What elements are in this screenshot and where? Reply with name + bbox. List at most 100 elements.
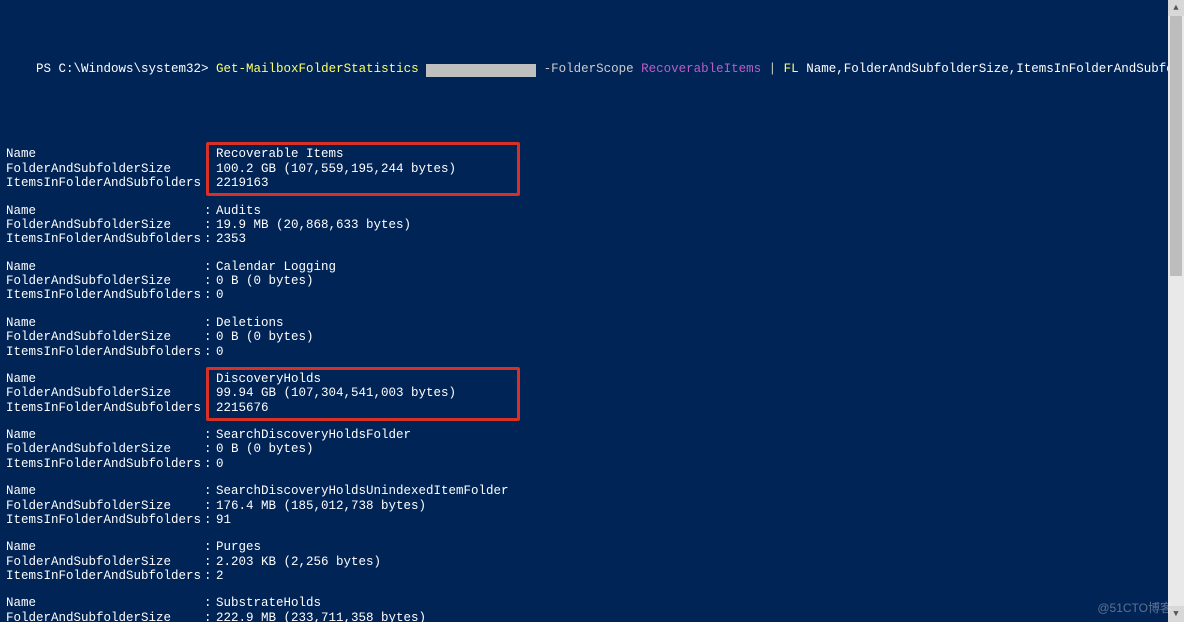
output-row: FolderAndSubfolderSize:2.203 KB (2,256 b… (6, 555, 1178, 569)
output-row: Name:SearchDiscoveryHoldsUnindexedItemFo… (6, 484, 1178, 498)
output-row: FolderAndSubfolderSize:0 B (0 bytes) (6, 442, 1178, 456)
output-row: Name:Audits (6, 204, 1178, 218)
pipe-char: | (769, 62, 784, 76)
command-line: PS C:\Windows\system32> Get-MailboxFolde… (6, 47, 1178, 90)
field-label: ItemsInFolderAndSubfolders (6, 288, 204, 302)
param-folderscope: -FolderScope (544, 62, 634, 76)
folder-group: Name:DiscoveryHoldsFolderAndSubfolderSiz… (6, 372, 1178, 415)
field-value: 0 B (0 bytes) (216, 442, 314, 456)
field-value: SearchDiscoveryHoldsUnindexedItemFolder (216, 484, 509, 498)
field-label: ItemsInFolderAndSubfolders (6, 401, 204, 415)
folder-group: Name:SearchDiscoveryHoldsFolderFolderAnd… (6, 428, 1178, 471)
field-value: Audits (216, 204, 261, 218)
field-value: 2 (216, 569, 224, 583)
field-value: 0 (216, 345, 224, 359)
output-row: ItemsInFolderAndSubfolders 2219163 (6, 176, 1178, 190)
colon: : (204, 386, 216, 400)
colon: : (204, 484, 216, 498)
colon: : (204, 499, 216, 513)
watermark: @51CTO博客 (1097, 602, 1172, 616)
field-label: Name (6, 147, 204, 161)
field-label: FolderAndSubfolderSize (6, 611, 204, 622)
output-row: Name Recoverable Items (6, 147, 1178, 161)
output-row: FolderAndSubfolderSize:0 B (0 bytes) (6, 330, 1178, 344)
field-value: Recoverable Items (216, 147, 344, 161)
prompt-path: PS C:\Windows\system32> (36, 62, 216, 76)
colon: : (204, 401, 216, 415)
field-value: SubstrateHolds (216, 596, 321, 610)
field-label: FolderAndSubfolderSize (6, 555, 204, 569)
colon: : (204, 316, 216, 330)
field-value: 0 B (0 bytes) (216, 274, 314, 288)
field-value: 0 (216, 457, 224, 471)
output-row: FolderAndSubfolderSize:99.94 GB (107,304… (6, 386, 1178, 400)
colon: : (204, 330, 216, 344)
field-value: 0 (216, 288, 224, 302)
folder-group: Name Recoverable ItemsFolderAndSubfolder… (6, 147, 1178, 190)
folder-group: Name:PurgesFolderAndSubfolderSize:2.203 … (6, 540, 1178, 583)
output-row: ItemsInFolderAndSubfolders:2215676 (6, 401, 1178, 415)
field-label: Name (6, 316, 204, 330)
output-row: FolderAndSubfolderSize:19.9 MB (20,868,6… (6, 218, 1178, 232)
field-label: Name (6, 540, 204, 554)
field-value: 91 (216, 513, 231, 527)
field-label: ItemsInFolderAndSubfolders (6, 513, 204, 527)
field-value: Purges (216, 540, 261, 554)
folder-group: Name:SearchDiscoveryHoldsUnindexedItemFo… (6, 484, 1178, 527)
output-row: ItemsInFolderAndSubfolders:0 (6, 457, 1178, 471)
field-value: 2215676 (216, 401, 269, 415)
output-row: Name:SubstrateHolds (6, 596, 1178, 610)
field-label: FolderAndSubfolderSize (6, 162, 204, 176)
field-label: Name (6, 260, 204, 274)
powershell-terminal[interactable]: PS C:\Windows\system32> Get-MailboxFolde… (0, 0, 1184, 622)
fl-props: Name,FolderAndSubfolderSize,ItemsInFolde… (806, 62, 1184, 76)
colon: : (204, 596, 216, 610)
output-row: FolderAndSubfolderSize 100.2 GB (107,559… (6, 162, 1178, 176)
field-label: ItemsInFolderAndSubfolders (6, 176, 204, 190)
field-value: 222.9 MB (233,711,358 bytes) (216, 611, 426, 622)
field-value: 2.203 KB (2,256 bytes) (216, 555, 381, 569)
output-row: Name:Deletions (6, 316, 1178, 330)
field-label: Name (6, 484, 204, 498)
colon: : (204, 274, 216, 288)
output-row: Name:Purges (6, 540, 1178, 554)
scroll-thumb[interactable] (1170, 16, 1182, 276)
colon: : (204, 372, 216, 386)
field-label: FolderAndSubfolderSize (6, 218, 204, 232)
output-row: ItemsInFolderAndSubfolders:0 (6, 345, 1178, 359)
field-label: ItemsInFolderAndSubfolders (6, 345, 204, 359)
field-value: Deletions (216, 316, 284, 330)
field-label: Name (6, 372, 204, 386)
colon: : (204, 288, 216, 302)
output-row: ItemsInFolderAndSubfolders:91 (6, 513, 1178, 527)
field-label: FolderAndSubfolderSize (6, 330, 204, 344)
field-value: Calendar Logging (216, 260, 336, 274)
scope-value: RecoverableItems (634, 62, 769, 76)
field-value: 2219163 (216, 176, 269, 190)
cmdlet: Get-MailboxFolderStatistics (216, 62, 426, 76)
output-groups: Name Recoverable ItemsFolderAndSubfolder… (6, 147, 1178, 622)
field-value: 176.4 MB (185,012,738 bytes) (216, 499, 426, 513)
folder-group: Name:SubstrateHoldsFolderAndSubfolderSiz… (6, 596, 1178, 622)
field-value: 100.2 GB (107,559,195,244 bytes) (216, 162, 456, 176)
output-row: FolderAndSubfolderSize:0 B (0 bytes) (6, 274, 1178, 288)
colon: : (204, 611, 216, 622)
colon (204, 162, 216, 176)
vertical-scrollbar[interactable]: ▲ ▼ (1168, 0, 1184, 622)
folder-group: Name:AuditsFolderAndSubfolderSize:19.9 M… (6, 204, 1178, 247)
output-row: Name:Calendar Logging (6, 260, 1178, 274)
field-value: 99.94 GB (107,304,541,003 bytes) (216, 386, 456, 400)
colon: : (204, 555, 216, 569)
field-value: 19.9 MB (20,868,633 bytes) (216, 218, 411, 232)
scroll-up-button[interactable]: ▲ (1168, 0, 1184, 16)
colon: : (204, 260, 216, 274)
field-value: SearchDiscoveryHoldsFolder (216, 428, 411, 442)
colon (204, 147, 216, 161)
colon: : (204, 540, 216, 554)
folder-group: Name:DeletionsFolderAndSubfolderSize:0 B… (6, 316, 1178, 359)
field-value: DiscoveryHolds (216, 372, 321, 386)
output-row: Name:DiscoveryHolds (6, 372, 1178, 386)
field-label: FolderAndSubfolderSize (6, 274, 204, 288)
colon: : (204, 218, 216, 232)
field-label: Name (6, 428, 204, 442)
